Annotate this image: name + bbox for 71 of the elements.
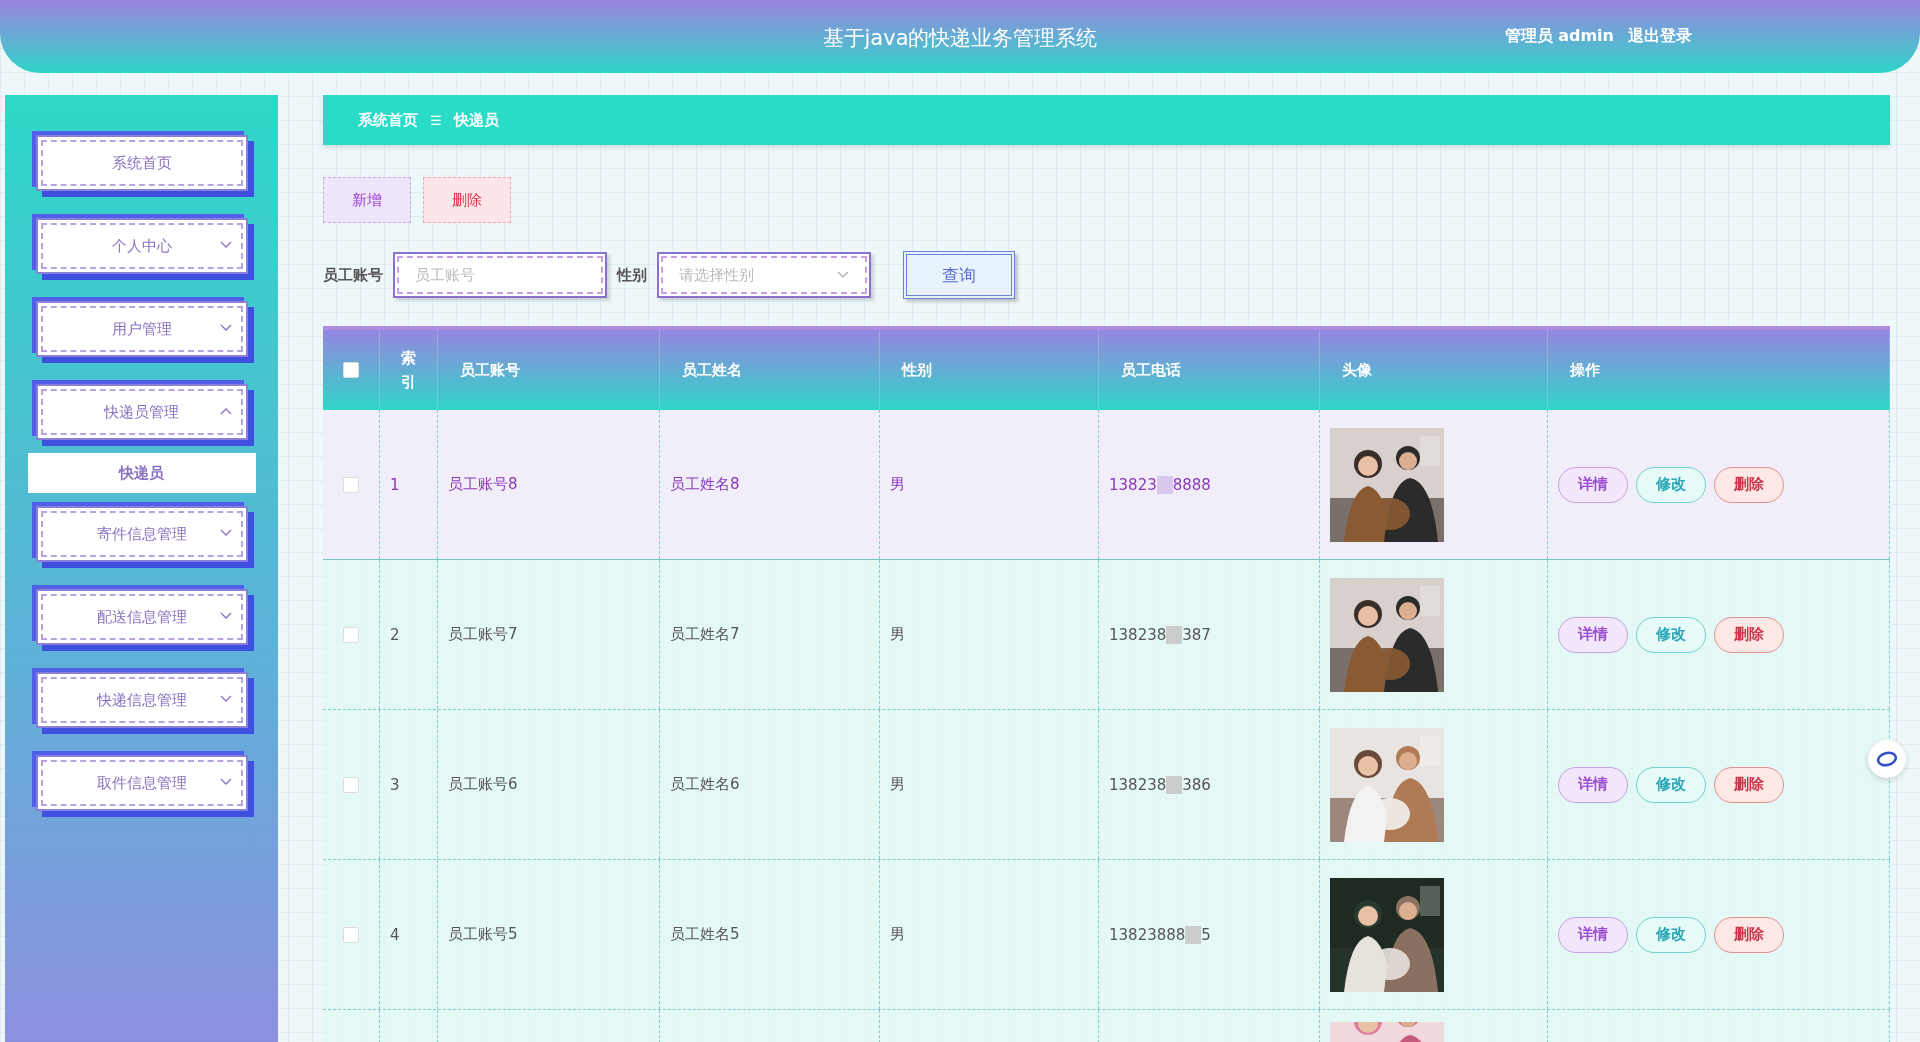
- ring-icon: [1876, 750, 1898, 768]
- table-cell: 13823888: [1109, 925, 1186, 944]
- edit-button[interactable]: 修改: [1636, 616, 1706, 653]
- table-cell: 男: [890, 625, 905, 644]
- table-cell: 员工账号5: [448, 925, 518, 944]
- table-cell: 员工姓名6: [670, 775, 740, 794]
- delete-button[interactable]: 删除: [1714, 466, 1784, 503]
- search-button[interactable]: 查询: [903, 251, 1015, 299]
- table-cell: 8888: [1172, 475, 1211, 494]
- delete-button[interactable]: 删除: [1714, 766, 1784, 803]
- table-cell: 员工姓名8: [670, 475, 740, 494]
- table-row[interactable]: 4 员工账号5 员工姓名5 男 13823888 5 详情 修改 删除: [323, 860, 1890, 1010]
- edit-button[interactable]: 修改: [1636, 916, 1706, 953]
- column-header: 员工账号: [460, 360, 520, 380]
- details-button[interactable]: 详情: [1558, 766, 1628, 803]
- user-label: 管理员 admin: [1504, 26, 1614, 47]
- table-cell: 男: [890, 925, 905, 944]
- redaction-block: [1166, 625, 1183, 644]
- column-header: 员工电话: [1121, 360, 1181, 380]
- column-header: 索引: [401, 348, 416, 393]
- redaction-block: [1185, 925, 1202, 944]
- table-cell: 2: [390, 625, 400, 644]
- field-label: 员工账号: [323, 265, 383, 285]
- checkbox[interactable]: [343, 926, 359, 943]
- checkbox[interactable]: [343, 626, 359, 643]
- breadcrumb-separator: ☰: [430, 112, 442, 128]
- field-label: 性别: [617, 265, 647, 285]
- logout-link[interactable]: 退出登录: [1628, 26, 1692, 47]
- column-header: 性别: [902, 360, 932, 380]
- table-cell: 员工姓名5: [670, 925, 740, 944]
- table-cell: 13823: [1109, 475, 1157, 494]
- redaction-block: [1156, 475, 1173, 494]
- table-row[interactable]: 2 员工账号7 员工姓名7 男 138238 387 详情 修改 删除: [323, 560, 1890, 710]
- edit-button[interactable]: 修改: [1636, 766, 1706, 803]
- table-cell: 员工账号7: [448, 625, 518, 644]
- checkbox[interactable]: [343, 776, 359, 793]
- table-cell: 5: [1201, 925, 1211, 944]
- select-all-checkbox[interactable]: [343, 362, 359, 378]
- column-header: 员工姓名: [682, 360, 742, 380]
- table-row[interactable]: 1 员工账号8 员工姓名8 男 13823 8888 详情 修改 删除: [323, 410, 1890, 560]
- table-cell: 员工姓名7: [670, 625, 740, 644]
- app-title: 基于java的快递业务管理系统: [822, 26, 1098, 50]
- checkbox[interactable]: [343, 476, 359, 493]
- table-cell: 1: [390, 475, 400, 494]
- table-cell: 386: [1182, 775, 1211, 794]
- table-cell: 387: [1182, 625, 1211, 644]
- delete-button[interactable]: 删除: [423, 177, 511, 223]
- details-button[interactable]: 详情: [1558, 916, 1628, 953]
- redaction-block: [1166, 775, 1183, 794]
- table-cell: 男: [890, 775, 905, 794]
- column-header: 操作: [1570, 360, 1600, 380]
- breadcrumb-current: 快递员: [453, 110, 499, 130]
- details-button[interactable]: 详情: [1558, 616, 1628, 653]
- delete-button[interactable]: 删除: [1714, 916, 1784, 953]
- account-field[interactable]: 员工账号: [393, 252, 607, 298]
- submenu-item[interactable]: 快递员: [27, 453, 256, 493]
- delete-button[interactable]: 删除: [1714, 616, 1784, 653]
- table-cell: 员工账号8: [448, 475, 518, 494]
- add-button[interactable]: 新增: [323, 177, 411, 223]
- table-row[interactable]: 3 员工账号6 员工姓名6 男 138238 386 详情 修改 删除: [323, 710, 1890, 860]
- details-button[interactable]: 详情: [1558, 466, 1628, 503]
- table-cell: 3: [390, 775, 400, 794]
- table-cell: 4: [390, 925, 400, 944]
- table-cell: 员工账号6: [448, 775, 518, 794]
- table-cell: 男: [890, 475, 905, 494]
- chat-float-button[interactable]: [1868, 740, 1906, 778]
- table-cell: 138238: [1109, 625, 1167, 644]
- table-cell: 138238: [1109, 775, 1167, 794]
- column-header: 头像: [1342, 360, 1372, 380]
- chevron-down-icon: [837, 271, 849, 279]
- edit-button[interactable]: 修改: [1636, 466, 1706, 503]
